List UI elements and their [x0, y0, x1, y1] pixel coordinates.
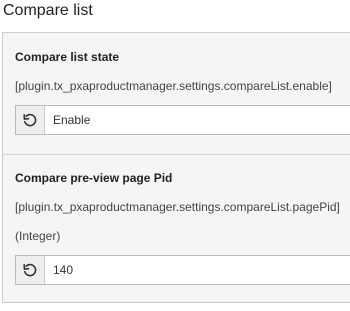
compare-preview-page-pid-value[interactable]: 140 — [45, 256, 350, 284]
undo-icon — [22, 262, 38, 278]
setting-type: (Integer) — [15, 229, 61, 243]
section-title: Compare list — [3, 2, 93, 19]
setting-label: Compare pre-view page Pid — [15, 171, 173, 185]
settings-panel: Compare list state [plugin.tx_pxaproduct… — [2, 32, 350, 303]
compare-preview-page-pid-field: 140 — [15, 255, 350, 285]
setting-key: [plugin.tx_pxaproductmanager.settings.co… — [15, 79, 332, 93]
reset-button[interactable] — [16, 256, 45, 284]
setting-compare-preview-page-pid: Compare pre-view page Pid [plugin.tx_pxa… — [3, 155, 350, 303]
compare-list-state-value[interactable]: Enable — [45, 106, 350, 134]
setting-label: Compare list state — [15, 50, 120, 64]
setting-key: [plugin.tx_pxaproductmanager.settings.co… — [15, 200, 340, 214]
setting-compare-list-state: Compare list state [plugin.tx_pxaproduct… — [3, 33, 350, 155]
compare-list-state-field: Enable — [15, 105, 350, 135]
undo-icon — [22, 112, 38, 128]
reset-button[interactable] — [16, 106, 45, 134]
